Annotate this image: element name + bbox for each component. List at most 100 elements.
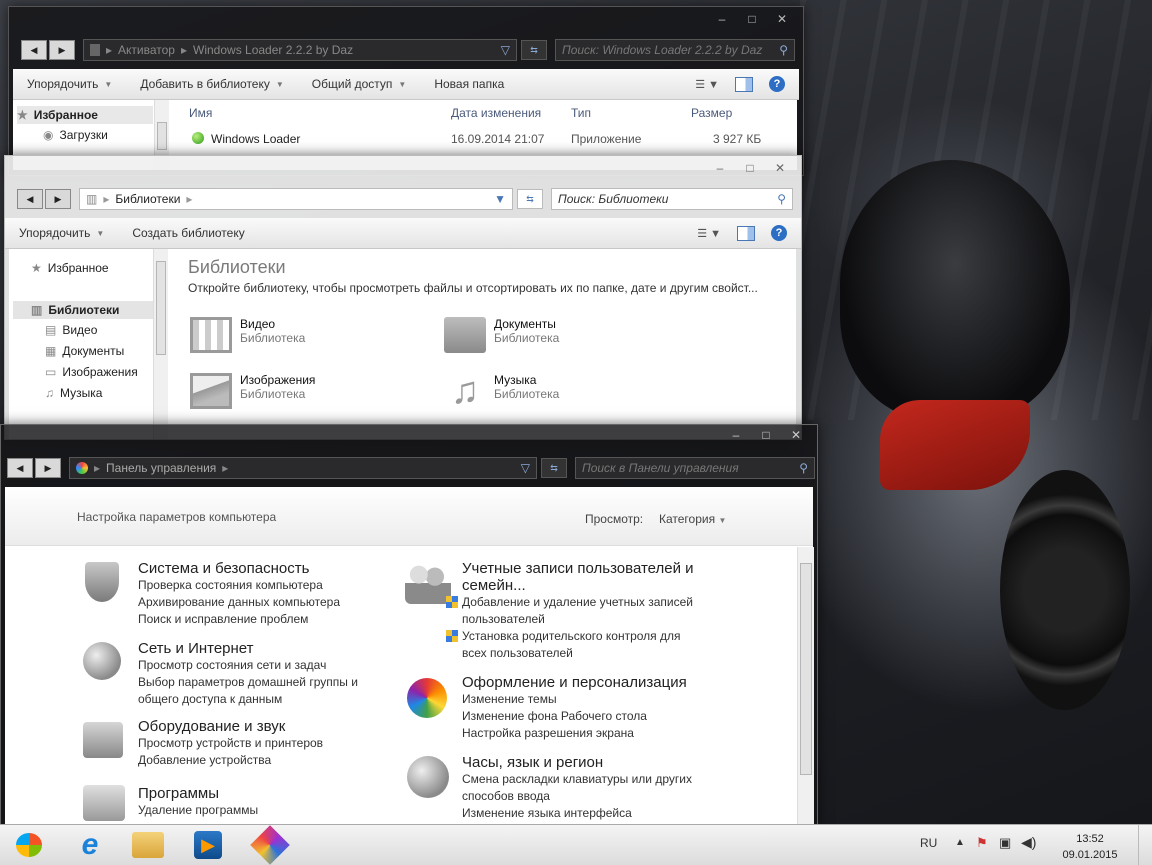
view-dropdown[interactable]: Категория ▼	[659, 512, 726, 526]
volume-icon[interactable]: ◀)	[1021, 834, 1036, 851]
chevron-down-icon[interactable]: ▽	[501, 43, 510, 57]
taskbar-internet-explorer[interactable]: e	[64, 827, 116, 863]
sidebar-item-music[interactable]: ♫ Музыка	[45, 386, 102, 400]
category-title[interactable]: Часы, язык и регион	[462, 754, 722, 771]
address-bar[interactable]: ▸ Панель управления ▸ ▽	[69, 457, 537, 479]
show-desktop-button[interactable]	[1138, 825, 1152, 865]
maximize-button[interactable]: □	[739, 11, 765, 27]
view-options-icon[interactable]: ☰ ▼	[695, 78, 719, 91]
category-link[interactable]: Архивирование данных компьютера	[138, 594, 398, 611]
category-link[interactable]: пользователей	[462, 611, 722, 628]
maximize-button[interactable]: □	[753, 427, 779, 443]
category-link[interactable]: способов ввода	[462, 788, 722, 805]
forward-button[interactable]: ▶	[45, 189, 71, 209]
taskbar-media-player[interactable]: ▶	[182, 827, 234, 863]
search-input[interactable]: Поиск: Библиотеки ⚲	[551, 188, 793, 210]
category-link[interactable]: Изменение фона Рабочего стола	[462, 708, 722, 725]
content-scrollbar[interactable]	[797, 547, 814, 825]
refresh-button[interactable]: ⇆	[517, 189, 543, 209]
sidebar-item-favorites[interactable]: ★ Избранное	[31, 261, 109, 275]
close-button[interactable]: ✕	[767, 160, 793, 176]
library-video[interactable]: Видео Библиотека	[190, 317, 305, 353]
column-header-type[interactable]: Тип	[571, 106, 591, 120]
category-title[interactable]: Оборудование и звук	[138, 718, 398, 735]
scrollbar-thumb[interactable]	[800, 563, 812, 775]
breadcrumb-control-panel[interactable]: Панель управления	[106, 461, 216, 475]
category-title[interactable]: Учетные записи пользователей и	[462, 560, 722, 577]
address-bar[interactable]: ▥ ▸ Библиотеки ▸ ▼	[79, 188, 513, 210]
category-title[interactable]: Система и безопасность	[138, 560, 398, 577]
navigation-scrollbar[interactable]	[153, 249, 168, 439]
taskbar-explorer[interactable]	[122, 827, 174, 863]
taskbar-winrar[interactable]	[244, 825, 296, 865]
table-row[interactable]: Windows Loader 16.09.2014 21:07 Приложен…	[169, 128, 797, 150]
maximize-button[interactable]: □	[737, 160, 763, 176]
sidebar-item-favorites[interactable]: ★ Избранное	[17, 106, 153, 124]
sidebar-item-libraries[interactable]: ▥ Библиотеки	[13, 301, 153, 319]
refresh-button[interactable]: ⇆	[541, 458, 567, 478]
category-link[interactable]: общего доступа к данным	[138, 691, 398, 708]
library-pictures[interactable]: Изображения Библиотека	[190, 373, 315, 409]
close-button[interactable]: ✕	[783, 427, 809, 443]
view-options-icon[interactable]: ☰ ▼	[697, 227, 721, 240]
sidebar-item-downloads[interactable]: ◉ Загрузки	[43, 128, 108, 142]
scrollbar-thumb[interactable]	[157, 122, 167, 150]
back-button[interactable]: ◀	[17, 189, 43, 209]
help-icon[interactable]: ?	[769, 76, 785, 92]
breadcrumb-loader[interactable]: Windows Loader 2.2.2 by Daz	[193, 43, 353, 57]
category-link[interactable]: Проверка состояния компьютера	[138, 577, 398, 594]
organize-menu[interactable]: Упорядочить ▼	[5, 226, 118, 240]
column-header-date[interactable]: Дата изменения	[451, 106, 541, 120]
add-to-library-menu[interactable]: Добавить в библиотеку ▼	[126, 77, 297, 91]
search-input[interactable]: Поиск в Панели управления ⚲	[575, 457, 815, 479]
category-title[interactable]: Оформление и персонализация	[462, 674, 722, 691]
library-documents[interactable]: Документы Библиотека	[444, 317, 559, 353]
breadcrumb-activator[interactable]: Активатор	[118, 43, 175, 57]
category-link[interactable]: всех пользователей	[462, 645, 722, 662]
scrollbar-thumb[interactable]	[156, 261, 166, 355]
category-link[interactable]: Добавление устройства	[138, 752, 398, 769]
back-button[interactable]: ◀	[7, 458, 33, 478]
action-center-icon[interactable]: ⚑	[976, 835, 988, 851]
minimize-button[interactable]: –	[707, 160, 733, 176]
column-header-size[interactable]: Размер	[691, 106, 732, 120]
category-link[interactable]: Установка родительского контроля для	[462, 629, 681, 643]
library-music[interactable]: ♫ Музыка Библиотека	[444, 372, 560, 410]
chevron-down-icon[interactable]: ▼	[494, 192, 506, 206]
column-header-name[interactable]: Имя	[189, 106, 212, 120]
category-link[interactable]: Выбор параметров домашней группы и	[138, 674, 398, 691]
preview-pane-icon[interactable]	[737, 225, 755, 241]
category-link[interactable]: Просмотр состояния сети и задач	[138, 657, 398, 674]
organize-menu[interactable]: Упорядочить ▼	[13, 77, 126, 91]
share-menu[interactable]: Общий доступ ▼	[298, 77, 421, 91]
refresh-button[interactable]: ⇆	[521, 40, 547, 60]
chevron-down-icon[interactable]: ▽	[521, 461, 530, 475]
tray-overflow-icon[interactable]: ▲	[955, 837, 965, 848]
sidebar-item-pictures[interactable]: ▭ Изображения	[45, 365, 138, 379]
start-button[interactable]	[4, 827, 54, 863]
category-title[interactable]: Сеть и Интернет	[138, 640, 398, 657]
category-link[interactable]: Поиск и исправление проблем	[138, 611, 398, 628]
preview-pane-icon[interactable]	[735, 76, 753, 92]
category-link[interactable]: Добавление и удаление учетных записей	[462, 595, 693, 609]
new-folder-button[interactable]: Новая папка	[420, 77, 518, 91]
close-button[interactable]: ✕	[769, 11, 795, 27]
minimize-button[interactable]: –	[709, 11, 735, 27]
back-button[interactable]: ◀	[21, 40, 47, 60]
network-icon[interactable]: ▣	[999, 835, 1011, 851]
address-bar[interactable]: ▸ Активатор ▸ Windows Loader 2.2.2 by Da…	[83, 39, 517, 61]
sidebar-item-video[interactable]: ▤ Видео	[45, 323, 97, 337]
clock[interactable]: 13:52 09.01.2015	[1055, 831, 1125, 863]
category-title[interactable]: Программы	[138, 785, 398, 802]
category-link[interactable]: Изменение языка интерфейса	[462, 805, 722, 822]
new-library-button[interactable]: Создать библиотеку	[118, 226, 258, 240]
search-icon[interactable]: ⚲	[777, 192, 786, 206]
search-icon[interactable]: ⚲	[779, 43, 788, 57]
language-indicator[interactable]: RU	[920, 836, 937, 850]
search-input[interactable]: Поиск: Windows Loader 2.2.2 by Daz ⚲	[555, 39, 795, 61]
category-link[interactable]: Смена раскладки клавиатуры или других	[462, 771, 722, 788]
forward-button[interactable]: ▶	[35, 458, 61, 478]
forward-button[interactable]: ▶	[49, 40, 75, 60]
search-icon[interactable]: ⚲	[799, 461, 808, 475]
category-link[interactable]: Настройка разрешения экрана	[462, 725, 722, 742]
